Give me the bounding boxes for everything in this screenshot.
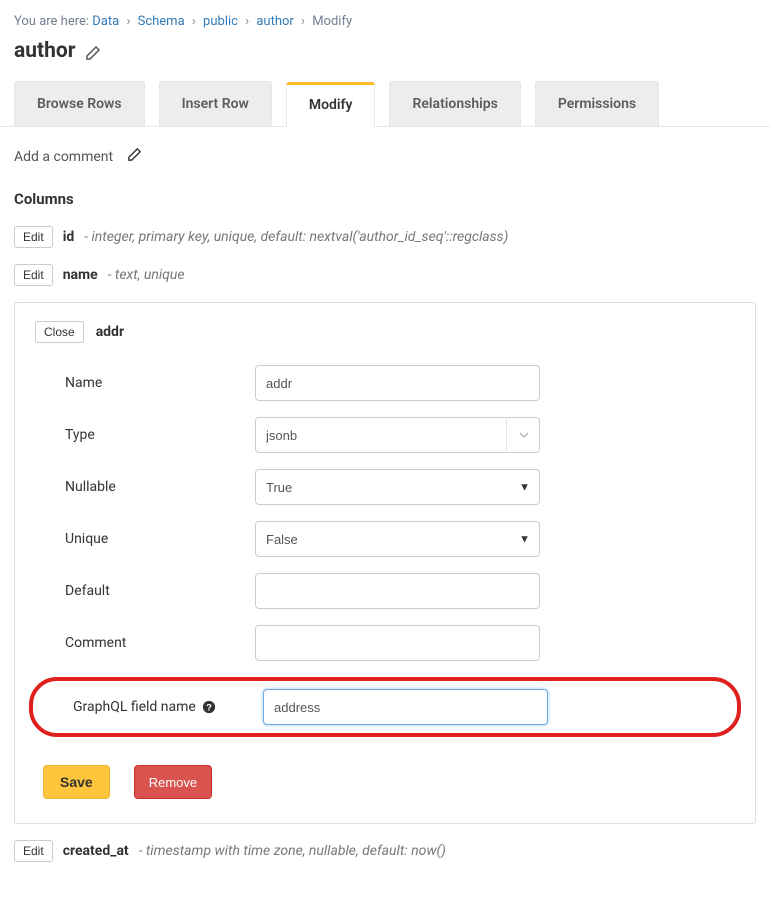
- column-row-name: Edit name - text, unique: [14, 264, 756, 286]
- tab-browse-rows[interactable]: Browse Rows: [14, 81, 145, 126]
- field-label-type: Type: [35, 427, 255, 443]
- column-name: addr: [96, 324, 124, 340]
- field-label-default: Default: [35, 583, 255, 599]
- breadcrumb: You are here: Data › Schema › public › a…: [0, 0, 770, 39]
- default-input[interactable]: [255, 573, 540, 609]
- unique-select[interactable]: False: [255, 521, 540, 557]
- page-title: author: [0, 39, 770, 81]
- svg-text:?: ?: [206, 703, 212, 714]
- column-row-id: Edit id - integer, primary key, unique, …: [14, 226, 756, 248]
- nullable-select[interactable]: True: [255, 469, 540, 505]
- tab-insert-row[interactable]: Insert Row: [159, 81, 272, 126]
- save-button[interactable]: Save: [43, 765, 110, 799]
- edit-icon: [127, 147, 142, 166]
- breadcrumb-prefix: You are here:: [14, 14, 89, 29]
- column-edit-panel: Close addr Name Type Nullable True ▼: [14, 302, 756, 824]
- close-button[interactable]: Close: [35, 321, 84, 343]
- tab-permissions[interactable]: Permissions: [535, 81, 659, 126]
- breadcrumb-link-schema[interactable]: Schema: [138, 14, 185, 29]
- breadcrumb-link-data[interactable]: Data: [92, 14, 119, 29]
- edit-button[interactable]: Edit: [14, 226, 53, 248]
- page-title-text: author: [14, 39, 75, 63]
- column-row-created-at: Edit created_at - timestamp with time zo…: [14, 840, 756, 862]
- edit-icon[interactable]: [85, 43, 101, 59]
- field-label-graphql: GraphQL field name ?: [43, 699, 263, 715]
- field-label-unique: Unique: [35, 531, 255, 547]
- column-name: created_at: [63, 843, 129, 859]
- field-label-comment: Comment: [35, 635, 255, 651]
- field-label-nullable: Nullable: [35, 479, 255, 495]
- column-desc: - integer, primary key, unique, default:…: [84, 229, 508, 245]
- name-input[interactable]: [255, 365, 540, 401]
- chevron-right-icon: ›: [245, 14, 249, 29]
- comment-input[interactable]: [255, 625, 540, 661]
- add-comment[interactable]: Add a comment: [14, 147, 756, 166]
- chevron-right-icon: ›: [192, 14, 196, 29]
- add-comment-label: Add a comment: [14, 149, 113, 165]
- columns-heading: Columns: [14, 190, 756, 208]
- edit-button[interactable]: Edit: [14, 840, 53, 862]
- chevron-right-icon: ›: [126, 14, 130, 29]
- tabs: Browse Rows Insert Row Modify Relationsh…: [0, 81, 770, 127]
- column-desc: - text, unique: [108, 267, 185, 283]
- tab-relationships[interactable]: Relationships: [389, 81, 520, 126]
- field-label-name: Name: [35, 375, 255, 391]
- breadcrumb-link-public[interactable]: public: [203, 14, 238, 29]
- tab-modify[interactable]: Modify: [286, 82, 376, 127]
- breadcrumb-current: Modify: [312, 14, 352, 29]
- breadcrumb-link-author[interactable]: author: [256, 14, 293, 29]
- column-desc: - timestamp with time zone, nullable, de…: [139, 843, 446, 859]
- type-input[interactable]: [255, 417, 540, 453]
- help-icon[interactable]: ?: [202, 700, 217, 715]
- graphql-field-input[interactable]: [263, 689, 548, 725]
- chevron-right-icon: ›: [301, 14, 305, 29]
- edit-button[interactable]: Edit: [14, 264, 53, 286]
- column-name: name: [63, 267, 98, 283]
- remove-button[interactable]: Remove: [134, 765, 212, 799]
- highlight-annotation: GraphQL field name ?: [29, 677, 741, 737]
- column-name: id: [63, 229, 75, 245]
